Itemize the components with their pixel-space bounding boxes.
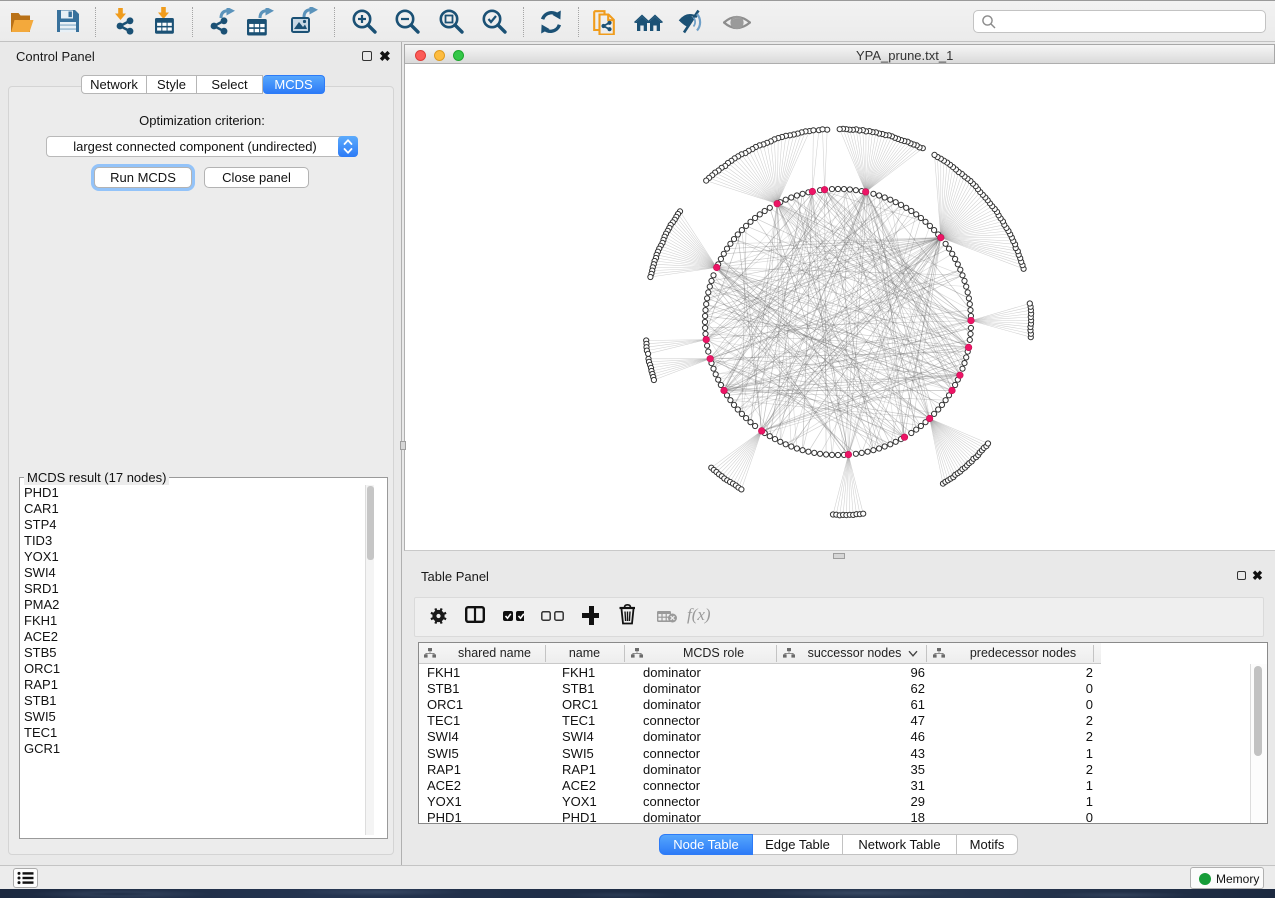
svg-text:f(x): f(x) <box>687 605 711 624</box>
